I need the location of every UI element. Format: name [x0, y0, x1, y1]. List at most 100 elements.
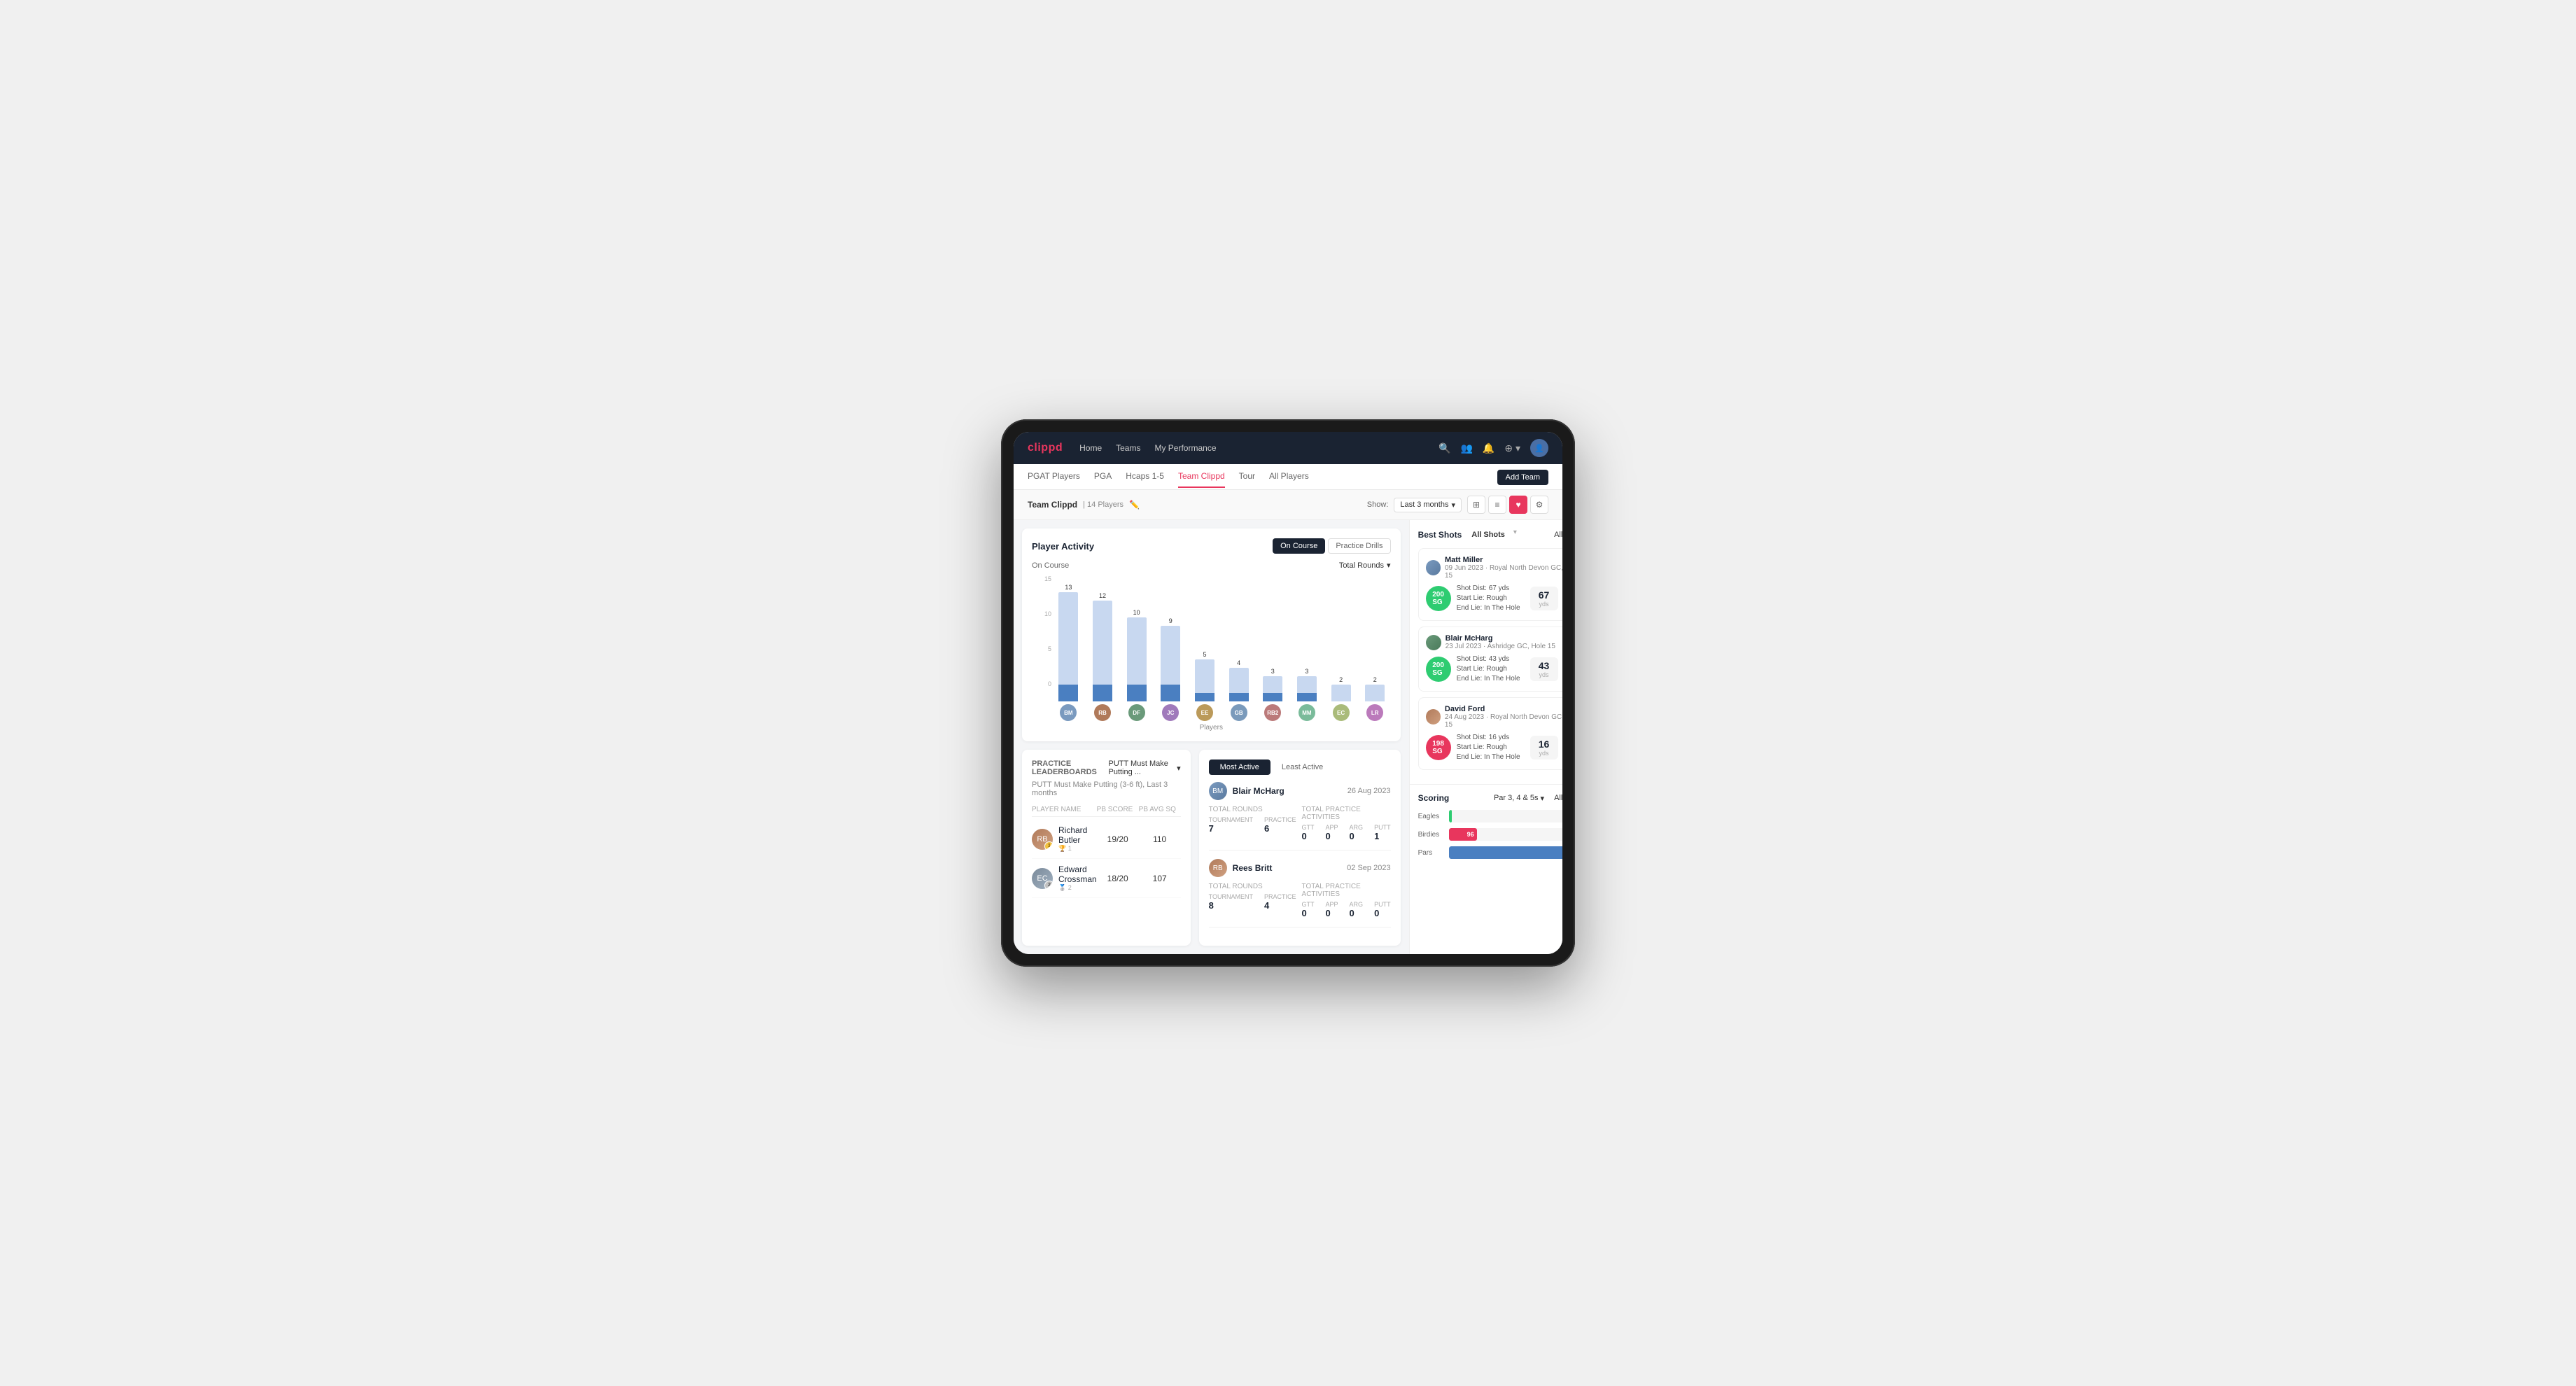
grid-view-button[interactable]: ⊞	[1467, 496, 1485, 514]
stats-grid-2: Total Rounds Tournament 8 Practice	[1209, 883, 1391, 918]
y-15: 15	[1032, 575, 1051, 582]
nav-teams[interactable]: Teams	[1116, 443, 1140, 453]
eagles-bar: 3	[1449, 810, 1452, 822]
total-rounds-section-2: Total Rounds Tournament 8 Practice	[1209, 883, 1296, 918]
sub-nav-hcaps[interactable]: Hcaps 1-5	[1126, 471, 1164, 488]
heart-view-button[interactable]: ♥	[1509, 496, 1527, 514]
most-active-tab[interactable]: Most Active	[1209, 760, 1270, 775]
settings-view-button[interactable]: ⚙	[1530, 496, 1548, 514]
shot-player-info-2: Blair McHarg 23 Jul 2023 · Ashridge GC, …	[1426, 634, 1555, 650]
practice-leaderboards-card: Practice Leaderboards PUTT Must Make Put…	[1022, 750, 1191, 946]
gtt-val-1: 0	[1302, 831, 1315, 841]
app-label-2: APP	[1326, 901, 1338, 908]
on-course-toggle[interactable]: On Course	[1273, 538, 1325, 554]
top-nav: clippd Home Teams My Performance 🔍 👥 🔔 ⊕…	[1014, 432, 1562, 464]
sub-nav-pgat[interactable]: PGAT Players	[1028, 471, 1080, 488]
shots-tabs: All Shots ▾	[1466, 528, 1517, 541]
gtt-val-2: 0	[1302, 908, 1315, 918]
bars-group: 13 12	[1053, 584, 1391, 701]
bell-icon[interactable]: 🔔	[1483, 442, 1494, 454]
birdies-bar: 96	[1449, 828, 1477, 841]
search-icon[interactable]: 🔍	[1438, 442, 1450, 454]
bar-item-2: 12	[1087, 592, 1119, 701]
scoring-filter1-dropdown[interactable]: Par 3, 4 & 5s ▾	[1494, 794, 1544, 803]
edit-icon[interactable]: ✏️	[1129, 500, 1140, 510]
scoring-section: Scoring Par 3, 4 & 5s ▾ All Players ▾	[1410, 785, 1562, 954]
player-name-1: Richard Butler	[1058, 825, 1097, 845]
shot-player-name-1: Matt Miller	[1445, 556, 1562, 564]
add-team-button[interactable]: Add Team	[1497, 470, 1548, 485]
list-view-button[interactable]: ≡	[1488, 496, 1506, 514]
all-shots-tab[interactable]: All Shots	[1466, 528, 1511, 541]
shot-badge-1: 200SG	[1426, 586, 1451, 611]
bar-item-7: 3	[1257, 668, 1289, 701]
sub-nav: PGAT Players PGA Hcaps 1-5 Team Clippd T…	[1014, 464, 1562, 490]
active-tabs: Most Active Least Active	[1209, 760, 1391, 775]
left-panel: Player Activity On Course Practice Drill…	[1014, 520, 1409, 954]
player-activity-card: Player Activity On Course Practice Drill…	[1022, 528, 1401, 741]
sub-nav-team-clippd[interactable]: Team Clippd	[1178, 471, 1225, 488]
sub-nav-tour[interactable]: Tour	[1239, 471, 1255, 488]
show-label: Show:	[1367, 500, 1389, 509]
player-avatar-2: EC 2	[1032, 868, 1053, 889]
practice-activities-section-1: Total Practice Activities GTT 0 APP	[1302, 806, 1391, 841]
all-players-dropdown[interactable]: All Players ▾	[1554, 531, 1562, 540]
total-rounds-section-1: Total Rounds Tournament 7 Practice	[1209, 806, 1296, 841]
nav-right: 🔍 👥 🔔 ⊕ ▾ 👤	[1438, 439, 1548, 457]
avatar-5: EE	[1196, 704, 1213, 721]
practice-drills-toggle[interactable]: Practice Drills	[1328, 538, 1390, 554]
pars-bar-wrap: 499	[1449, 846, 1562, 859]
bar-chart: 15 10 5 0 13	[1032, 575, 1391, 701]
leaderboard-subtitle: PUTT Must Make Putting (3-6 ft), Last 3 …	[1032, 780, 1181, 797]
users-icon[interactable]: 👥	[1460, 442, 1472, 454]
putt-label-2: PUTT	[1374, 901, 1391, 908]
y-10: 10	[1032, 610, 1051, 617]
circle-plus-icon[interactable]: ⊕ ▾	[1504, 442, 1520, 454]
shot-card-3[interactable]: David Ford 24 Aug 2023 · Royal North Dev…	[1418, 697, 1562, 770]
shot-card-2[interactable]: Blair McHarg 23 Jul 2023 · Ashridge GC, …	[1418, 626, 1562, 692]
shot-avatar-1	[1426, 560, 1441, 575]
shot-avatar-3	[1426, 709, 1441, 724]
app-val-2: 0	[1326, 908, 1338, 918]
gtt-label: GTT	[1302, 824, 1315, 831]
shot-dist-box-2: 43 yds	[1530, 657, 1558, 681]
pb-avg-2: 107	[1139, 874, 1181, 883]
pb-score-2: 18/20	[1097, 874, 1139, 883]
player-info-1: RB 1 Richard Butler 🏆 1	[1032, 825, 1097, 853]
scoring-row-birdies: Birdies 96	[1418, 828, 1562, 841]
chevron-down-icon: ▾	[1541, 794, 1545, 803]
shot-detail-3: 24 Aug 2023 · Royal North Devon GC, Hole…	[1445, 713, 1562, 729]
avatar-10: LR	[1366, 704, 1383, 721]
pb-avg-1: 110	[1139, 834, 1181, 844]
pb-score-1: 19/20	[1097, 834, 1139, 844]
active-player-name-2: Rees Britt	[1233, 863, 1273, 873]
eagles-bar-wrap: 3	[1449, 810, 1562, 822]
active-player-info-1: BM Blair McHarg	[1209, 782, 1284, 800]
most-active-card: Most Active Least Active BM Blair	[1199, 750, 1401, 946]
tournament-label: Tournament	[1209, 816, 1253, 823]
shot-card-1[interactable]: Matt Miller 09 Jun 2023 · Royal North De…	[1418, 548, 1562, 621]
avatar-7: RB2	[1264, 704, 1281, 721]
bottom-row: Practice Leaderboards PUTT Must Make Put…	[1022, 750, 1401, 946]
nav-my-performance[interactable]: My Performance	[1154, 443, 1216, 453]
practice-act-label-2: Total Practice Activities	[1302, 883, 1391, 898]
sub-nav-pga[interactable]: PGA	[1094, 471, 1112, 488]
bar-item-9: 2	[1325, 676, 1357, 701]
leaderboard-filter-dropdown[interactable]: PUTT Must Make Putting ... ▾	[1108, 760, 1180, 776]
practice-val-1: 6	[1264, 823, 1296, 834]
active-avatar-1: BM	[1209, 782, 1227, 800]
tournament-val-2: 8	[1209, 900, 1253, 911]
scoring-row-pars: Pars 499	[1418, 846, 1562, 859]
nav-home[interactable]: Home	[1079, 443, 1102, 453]
main-content: Player Activity On Course Practice Drill…	[1014, 520, 1562, 954]
avatar[interactable]: 👤	[1530, 439, 1548, 457]
least-active-tab[interactable]: Least Active	[1270, 760, 1334, 775]
app-label: APP	[1326, 824, 1338, 831]
active-avatar-2: RB	[1209, 859, 1227, 877]
avatar-4: JC	[1162, 704, 1179, 721]
chart-filter-dropdown[interactable]: Total Rounds ▾	[1339, 561, 1391, 570]
sub-nav-all-players[interactable]: All Players	[1269, 471, 1309, 488]
scoring-filter2-dropdown[interactable]: All Players ▾	[1554, 794, 1562, 803]
time-filter-dropdown[interactable]: Last 3 months ▾	[1394, 498, 1462, 512]
birdies-val: 96	[1467, 831, 1474, 838]
